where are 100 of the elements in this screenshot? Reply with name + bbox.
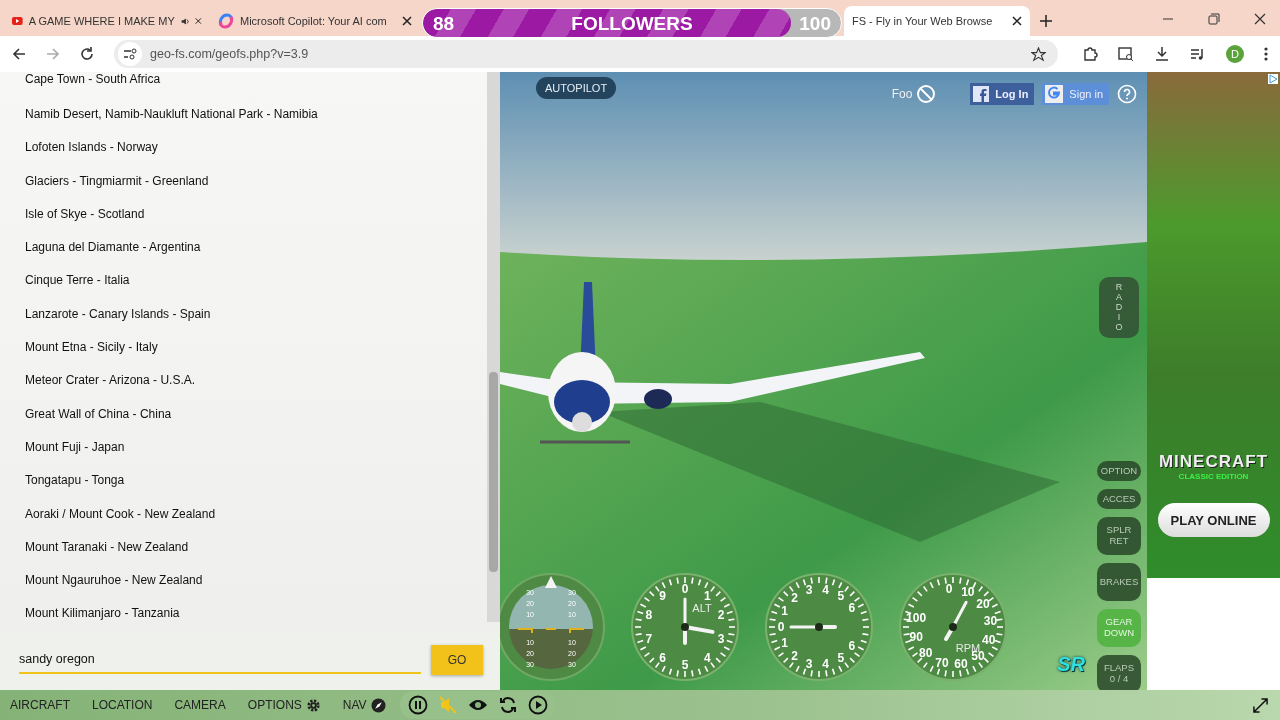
dial-number: 2 [791, 590, 798, 605]
close-icon[interactable] [1254, 13, 1266, 25]
place-link[interactable]: Meteor Crater - Arizona - U.S.A. [25, 364, 196, 398]
place-link[interactable]: Aoraki / Mount Cook - New Zealand [25, 497, 216, 531]
play-online-button[interactable]: PLAY ONLINE [1157, 503, 1270, 537]
dial-number: 4 [704, 650, 711, 665]
radio-button[interactable]: RADIO [1099, 277, 1139, 339]
place-link[interactable]: Cape Town - South Africa [25, 72, 161, 98]
dial-number: 60 [954, 657, 968, 672]
dial-number: 1 [781, 636, 788, 651]
dial-number: 70 [935, 656, 949, 671]
place-link[interactable]: Lofoten Islands - Norway [25, 131, 158, 165]
flight-control-button[interactable]: BRAKES [1097, 563, 1141, 601]
dial-number: 2 [791, 649, 798, 664]
close-icon[interactable] [402, 16, 412, 26]
play-icon[interactable] [527, 695, 548, 715]
menu-item[interactable]: NAV [342, 697, 386, 713]
go-button[interactable]: GO [431, 645, 483, 676]
dial-number: 3 [805, 583, 813, 598]
ad-info-icon[interactable] [1268, 74, 1278, 84]
dial-number: 8 [645, 608, 653, 623]
browser-tab[interactable]: FS - Fly in Your Web Browse [844, 6, 1030, 36]
google-icon [1045, 85, 1064, 103]
menu-icon[interactable] [1264, 46, 1268, 62]
place-link[interactable]: Mount Kilimanjaro - Tanzania [25, 597, 180, 631]
url-text: geo-fs.com/geofs.php?v=3.9 [150, 47, 309, 61]
dial-number: 5 [681, 658, 689, 672]
facebook-login-button[interactable]: Log In [970, 83, 1035, 105]
dial-number: 20 [976, 596, 990, 611]
swirl-icon [218, 13, 234, 29]
star-icon[interactable] [1031, 46, 1046, 62]
dial-number: 4 [822, 657, 829, 672]
scrollbar[interactable] [487, 72, 500, 622]
download-icon[interactable] [1154, 46, 1170, 62]
dial-number: 6 [659, 650, 666, 665]
flight-control-button[interactable]: SPLR RET [1097, 517, 1141, 555]
place-link[interactable]: Glaciers - Tingmiarmit - Greenland [25, 164, 209, 198]
menu-item[interactable]: CAMERA [174, 698, 226, 712]
browser-tab[interactable]: Microsoft Copilot: Your AI com [210, 6, 420, 36]
media-icon[interactable] [1190, 46, 1206, 62]
dial-number: 4 [822, 582, 829, 597]
menu-item[interactable]: AIRCRAFT [10, 698, 70, 712]
settings-icon [305, 697, 321, 713]
close-icon[interactable] [1012, 16, 1022, 26]
help-icon[interactable] [1117, 84, 1137, 104]
prohibited-icon[interactable] [916, 84, 937, 104]
game-logo: MINECRAFT [1158, 452, 1269, 472]
dial-number: 3 [805, 656, 813, 671]
flight-control-button[interactable]: OPTION [1097, 461, 1141, 481]
fullscreen-icon[interactable] [1253, 697, 1268, 713]
foo-label: Foo [891, 87, 913, 101]
pause-icon[interactable] [407, 695, 428, 715]
menu-item[interactable]: LOCATION [92, 698, 153, 712]
dial-number: 30 [983, 614, 998, 629]
follower-goal: 100 [799, 13, 831, 35]
place-link[interactable]: Tongatapu - Tonga [25, 464, 125, 498]
place-link[interactable]: Mount Etna - Sicily - Italy [25, 331, 158, 365]
place-link[interactable]: Mount Ngauruhoe - New Zealand [25, 564, 203, 598]
dial-number: 100 [906, 610, 927, 625]
dial-number: 3 [717, 631, 725, 646]
place-link[interactable]: Cinque Terre - Italia [25, 264, 130, 298]
place-link[interactable]: Laguna del Diamante - Argentina [25, 231, 201, 265]
sr-logo: SR [1057, 653, 1085, 676]
browser-tab[interactable]: A GAME WHERE I MAKE MY [4, 6, 210, 36]
dial-number: 9 [659, 589, 666, 604]
scrollbar-thumb[interactable] [489, 372, 498, 572]
dial-number: 0 [681, 582, 689, 596]
dial-number: 1 [704, 589, 711, 604]
dial-number: 1 [781, 603, 788, 618]
reload-icon[interactable] [80, 47, 94, 61]
dial-number: 80 [919, 646, 933, 661]
dial-number: 5 [837, 588, 845, 603]
dial-number: 40 [982, 633, 996, 647]
tab-search-icon[interactable] [1118, 46, 1134, 62]
flight-control-button[interactable]: FLAPS 0 / 4 [1097, 655, 1141, 690]
dial-number: 0 [777, 620, 785, 634]
back-icon[interactable] [12, 47, 26, 61]
place-link[interactable]: Mount Fuji - Japan [25, 430, 125, 465]
menu-item[interactable]: OPTIONS [247, 697, 321, 713]
autopilot-button[interactable]: AUTOPILOT [536, 77, 617, 99]
refresh-icon[interactable] [497, 695, 518, 715]
puzzle-icon[interactable] [1082, 46, 1098, 62]
gauge-caption: ALT [692, 602, 712, 614]
place-link[interactable]: Great Wall of China - China [25, 397, 172, 431]
followers-label: FOLLOWERS [571, 13, 693, 35]
new-tab-icon[interactable] [1040, 15, 1052, 27]
place-link[interactable]: Lanzarote - Canary Islands - Spain [25, 297, 211, 332]
location-search-field[interactable]: sandy oregon [19, 646, 421, 675]
place-link[interactable]: Isle of Skye - Scotland [25, 197, 145, 232]
game-ad-banner[interactable]: MINECRAFT CLASSIC EDITION PLAY ONLINE [1147, 72, 1280, 578]
facebook-icon [973, 86, 990, 102]
restore-icon[interactable] [1208, 13, 1220, 25]
address-bar[interactable]: geo-fs.com/geofs.php?v=3.9 [114, 40, 1058, 68]
dial-number: 90 [909, 629, 923, 644]
site-info-icon[interactable] [118, 42, 142, 66]
compass-icon [370, 697, 386, 713]
place-link[interactable]: Namib Desert, Namib-Naukluft National Park - Namibia [25, 98, 318, 132]
dial-number: 6 [848, 601, 856, 615]
place-link[interactable]: Mount Taranaki - New Zealand [25, 530, 189, 565]
flight-control-button[interactable]: ACCES [1097, 489, 1141, 509]
